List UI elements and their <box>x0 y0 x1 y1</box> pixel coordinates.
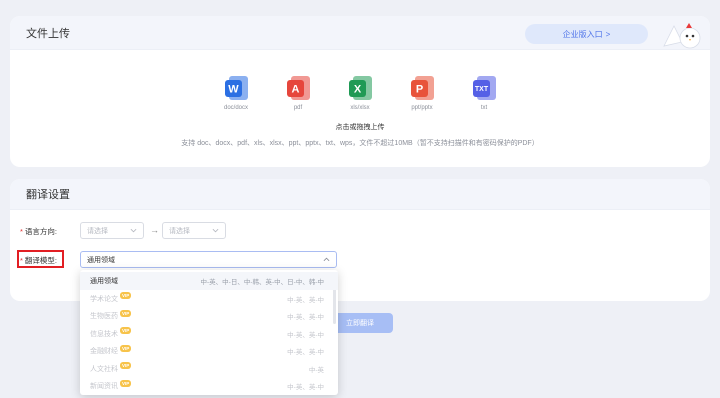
vip-badge: VIP <box>120 292 132 299</box>
dropdown-option[interactable]: 通用领域 中-英、中-日、中-韩、英-中、日-中、韩-中 <box>80 272 338 290</box>
dropdown-option[interactable]: 学术论文 VIP 中-英、英-中 <box>80 290 338 308</box>
translation-model-select[interactable]: 通用领域 <box>80 251 337 268</box>
enterprise-entry-button[interactable]: 企业版入口 > <box>525 24 648 44</box>
option-name: 生物医药 <box>90 313 118 320</box>
required-mark: * <box>20 227 23 236</box>
format-item: Pppt/pptx <box>404 74 440 111</box>
upload-hint: 支持 doc、docx、pdf、xls、xlsx、ppt、pptx、txt、wp… <box>181 140 539 147</box>
svg-text:A: A <box>292 84 300 96</box>
svg-text:TXT: TXT <box>475 86 489 93</box>
format-label: txt <box>480 105 488 111</box>
upload-title: 文件上传 <box>26 27 70 40</box>
target-language-select[interactable]: 请选择 <box>162 222 226 239</box>
option-name: 人文社科 <box>90 365 118 373</box>
settings-title: 翻译设置 <box>26 189 70 201</box>
format-item: Apdf <box>280 74 316 111</box>
chevron-right-icon: > <box>605 29 611 39</box>
dropdown-option[interactable]: 新闻资讯 VIP 中-英、英-中 <box>80 377 338 395</box>
option-languages: 中-英、英-中 <box>287 384 324 391</box>
dropdown-option[interactable]: 生物医药 VIP 中-英、英-中 <box>80 307 338 325</box>
vip-badge: VIP <box>120 379 132 387</box>
word-icon: W <box>222 74 250 102</box>
format-label: doc/docx <box>223 105 248 111</box>
upload-card: 文件上传 企业版入口 > Wdoc/docx Apdf Xxls/xlsx Pppt/… <box>10 16 710 167</box>
settings-header: 翻译设置 <box>10 179 710 210</box>
format-item: Xxls/xlsx <box>342 74 378 111</box>
svg-text:P: P <box>416 84 423 96</box>
option-name: 新闻资讯 <box>90 383 118 390</box>
vip-badge: VIP <box>120 362 132 369</box>
option-name: 通用领域 <box>90 278 118 285</box>
pdf-icon: A <box>284 74 312 102</box>
txt-icon: TXT <box>470 74 498 102</box>
mascot-bird-icon <box>663 23 701 49</box>
excel-icon: X <box>346 74 374 102</box>
dropdown-option[interactable]: 金融财经 VIP 中-英、英-中 <box>80 342 338 360</box>
vip-badge: VIP <box>120 344 132 352</box>
option-languages: 中-英、英-中 <box>287 349 324 356</box>
upload-dropzone-cta[interactable]: 点击或拖拽上传 <box>10 122 710 132</box>
option-languages: 中-英、英-中 <box>287 296 324 304</box>
vip-badge: VIP <box>120 327 132 334</box>
option-name: 金融财经 <box>90 348 118 355</box>
ppt-icon: P <box>408 74 436 102</box>
dropdown-option[interactable]: 信息技术 VIP 中-英、英-中 <box>80 325 338 343</box>
format-label: pdf <box>293 105 303 111</box>
dropdown-option[interactable]: 人文社科 VIP 中-英 <box>80 360 338 378</box>
format-label: xls/xlsx <box>350 105 370 111</box>
vip-badge: VIP <box>120 309 132 317</box>
format-list: Wdoc/docx Apdf Xxls/xlsx Pppt/pptx TXT txt <box>10 74 710 111</box>
option-name: 信息技术 <box>90 330 118 338</box>
enterprise-entry-label: 企业版入口 <box>562 29 603 39</box>
option-languages: 中-英、中-日、中-韩、英-中、日-中、韩-中 <box>200 279 325 286</box>
language-direction-label: * 语言方向: <box>20 227 58 236</box>
chevron-down-icon <box>130 228 137 233</box>
svg-text:X: X <box>354 84 362 96</box>
source-language-select[interactable]: 请选择 <box>80 222 144 239</box>
direction-arrow-icon: → <box>150 225 159 235</box>
format-label: ppt/pptx <box>411 105 433 111</box>
chevron-down-icon <box>212 228 219 233</box>
highlight-box <box>17 250 64 268</box>
format-item: Wdoc/docx <box>218 74 254 111</box>
format-item: TXT txt <box>466 74 502 111</box>
model-dropdown: 通用领域 中-英、中-日、中-韩、英-中、日-中、韩-中 学术论文 VIP 中-英、英-… <box>80 270 338 395</box>
option-languages: 中-英 <box>308 366 324 374</box>
chevron-up-icon <box>323 257 330 262</box>
option-languages: 中-英、英-中 <box>287 314 324 321</box>
option-name: 学术论文 <box>90 295 118 303</box>
option-languages: 中-英、英-中 <box>287 331 324 339</box>
svg-text:W: W <box>228 84 239 96</box>
